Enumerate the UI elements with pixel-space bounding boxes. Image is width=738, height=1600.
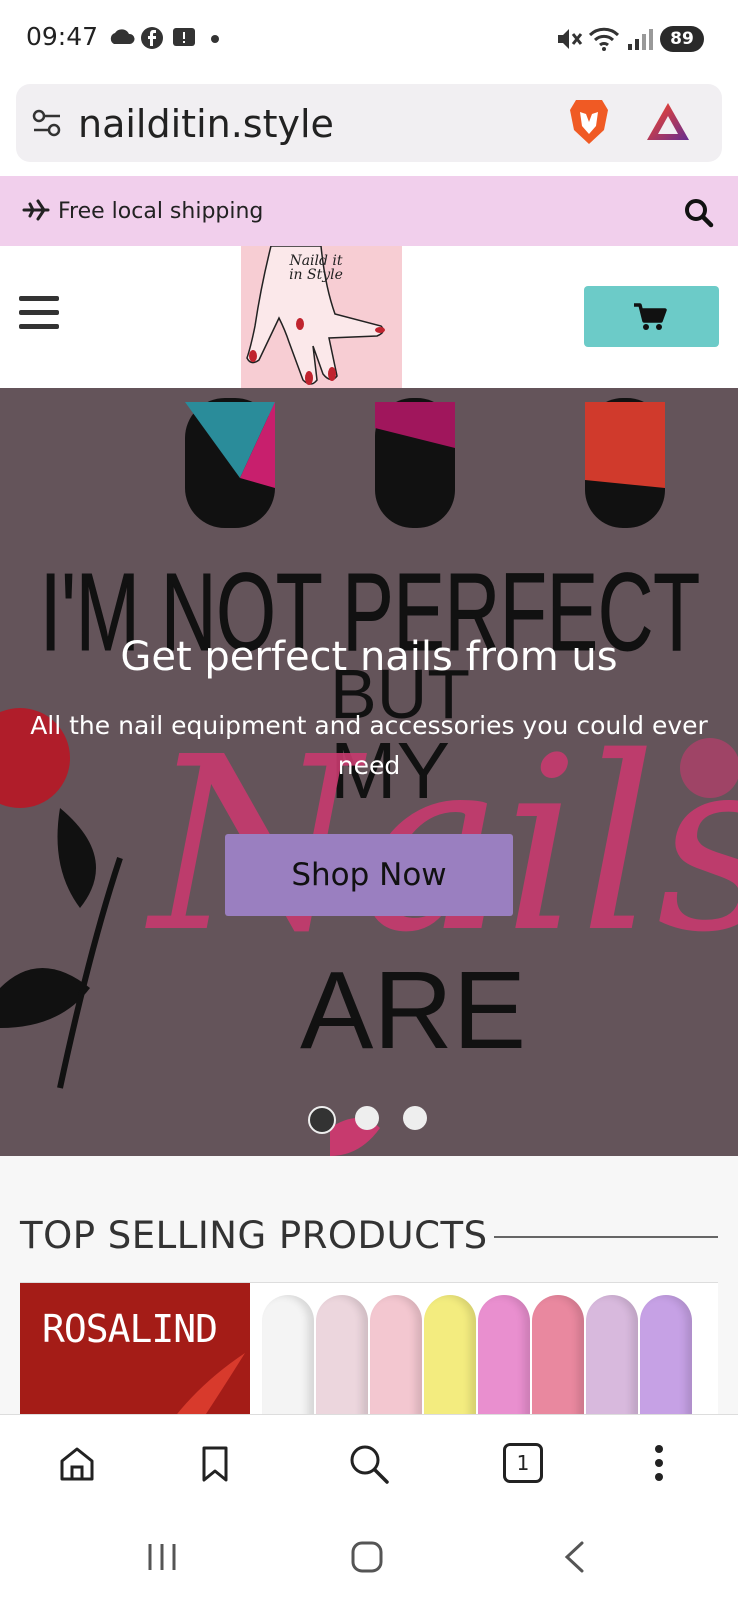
shop-now-button[interactable]: Shop Now [225, 834, 513, 916]
slider-dot-2[interactable] [355, 1106, 379, 1130]
url-text[interactable]: nailditin.style [78, 102, 334, 146]
slider-dot-1[interactable] [308, 1106, 336, 1134]
status-bar: 09:47 89 [0, 0, 738, 80]
cloud-icon [110, 29, 135, 44]
home-nav-icon[interactable] [350, 1540, 384, 1574]
wifi-icon [588, 27, 620, 51]
facebook-icon [141, 27, 163, 49]
polish-swatch [424, 1295, 476, 1423]
search-icon[interactable] [684, 198, 714, 228]
brave-shields-icon[interactable] [566, 96, 612, 148]
brand-decoration [170, 1353, 245, 1423]
browser-toolbar: 1 [0, 1414, 738, 1523]
mute-icon [558, 29, 583, 49]
polish-swatch [478, 1295, 530, 1423]
signal-icon [628, 29, 653, 50]
site-settings-icon[interactable] [32, 109, 62, 137]
notification-icon [173, 28, 195, 46]
polish-swatch [640, 1295, 692, 1423]
cart-button[interactable] [584, 286, 719, 347]
more-notifications-icon [211, 35, 219, 43]
polish-swatch [262, 1295, 314, 1423]
system-nav-bar [0, 1522, 738, 1600]
tabs-button[interactable]: 1 [503, 1443, 543, 1483]
hero-headline: Get perfect nails from us [120, 634, 618, 680]
hero-slider[interactable]: I'M NOT PERFECT BUT MY Nails ARE Get per… [0, 388, 738, 1156]
polish-swatch [370, 1295, 422, 1423]
section-title: TOP SELLING PRODUCTS [20, 1214, 488, 1257]
more-options-icon[interactable] [652, 1443, 666, 1483]
search-toolbar-icon[interactable] [348, 1443, 390, 1485]
product-brand-panel: ROSALIND [20, 1283, 250, 1423]
slider-dot-3[interactable] [403, 1106, 427, 1130]
site-logo[interactable]: Naild it in Style [241, 246, 402, 396]
promo-bar: Free local shipping [0, 176, 738, 246]
hero-subtext: All the nail equipment and accessories y… [30, 711, 708, 780]
cart-icon [634, 303, 667, 330]
airplane-icon [22, 199, 50, 221]
battery-indicator: 89 [660, 26, 704, 52]
address-bar[interactable]: nailditin.style [16, 84, 722, 162]
promo-text: Free local shipping [58, 199, 264, 224]
polish-swatch [586, 1295, 638, 1423]
section-divider [494, 1236, 718, 1238]
hero-background-text-4: ARE [300, 949, 526, 1072]
bookmark-icon[interactable] [200, 1445, 230, 1483]
home-icon[interactable] [58, 1445, 96, 1483]
back-icon[interactable] [562, 1540, 586, 1574]
logo-text: Naild it in Style [289, 253, 343, 283]
status-time: 09:47 [26, 22, 99, 51]
hamburger-menu-icon[interactable] [19, 296, 59, 338]
product-card[interactable]: ROSALIND [20, 1282, 718, 1423]
brave-rewards-icon[interactable] [644, 100, 692, 144]
recent-apps-icon[interactable] [146, 1542, 178, 1572]
polish-swatch [532, 1295, 584, 1423]
top-selling-section: TOP SELLING PRODUCTS ROSALIND [0, 1156, 738, 1423]
polish-swatch [316, 1295, 368, 1423]
